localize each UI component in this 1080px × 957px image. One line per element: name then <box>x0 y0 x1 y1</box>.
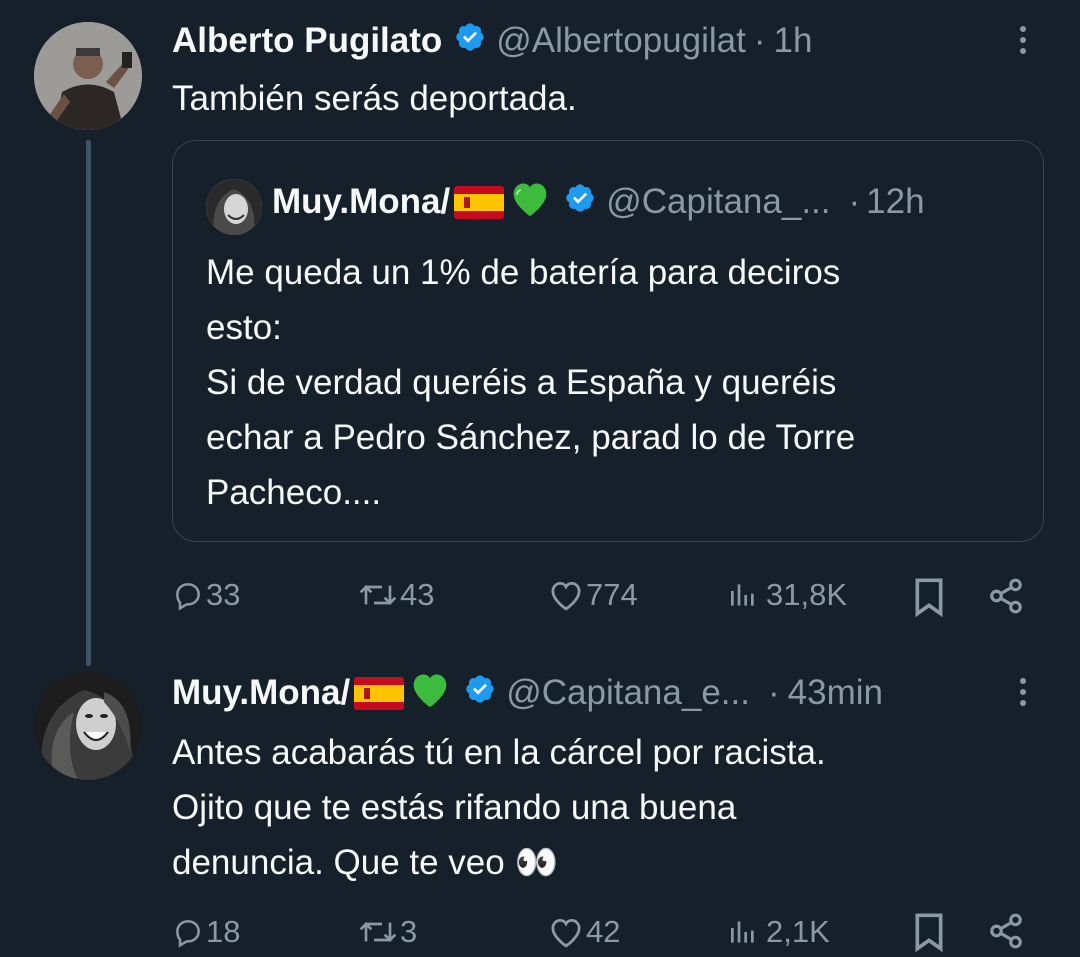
tweet-text: Antes acabarás tú en la cárcel por racis… <box>172 733 826 882</box>
reply-count: 33 <box>206 577 241 612</box>
quoted-tweet-card[interactable]: Muy.Mona/ @Capitana_... · 12h Me queda u… <box>172 140 1044 542</box>
quoted-tweet-text: Me queda un 1% de batería para deciros e… <box>206 253 856 512</box>
reply-count: 18 <box>206 914 241 949</box>
quoted-author-name: Muy.Mona/ <box>272 182 451 221</box>
like-count: 774 <box>586 577 638 612</box>
views-count: 31,8K <box>766 577 848 612</box>
retweet-count: 43 <box>400 577 435 612</box>
like-button[interactable]: 42 <box>546 914 620 950</box>
thread-connector-line <box>86 140 91 666</box>
views-count: 2,1K <box>766 914 830 949</box>
more-options-icon[interactable] <box>1020 26 1026 54</box>
bookmark-button[interactable] <box>912 912 946 952</box>
reply-icon <box>172 916 204 948</box>
views-icon <box>726 916 760 948</box>
like-count: 42 <box>586 914 621 949</box>
bookmark-icon <box>912 912 946 952</box>
timestamp[interactable]: 1h <box>774 21 813 61</box>
like-button[interactable]: 774 <box>546 577 638 613</box>
quoted-author-handle: @Capitana_... <box>606 182 831 221</box>
more-options-icon[interactable] <box>1020 678 1026 706</box>
spain-flag-icon <box>454 185 505 219</box>
reply-button[interactable]: 33 <box>172 577 240 613</box>
separator-dot: · <box>753 21 766 60</box>
retweet-icon <box>356 579 400 611</box>
avatar-muymona[interactable] <box>34 672 142 780</box>
separator-dot: · <box>848 182 861 221</box>
verified-badge-icon <box>564 182 596 223</box>
share-icon <box>986 577 1026 615</box>
share-button[interactable] <box>986 577 1026 615</box>
retweet-icon <box>356 916 400 948</box>
tweet-2-header: Muy.Mona/ @Capitana_e... · 43min <box>172 670 883 716</box>
verified-badge-icon <box>454 21 486 62</box>
like-icon <box>546 915 586 949</box>
author-name[interactable]: Muy.Mona/ <box>172 673 350 713</box>
retweet-button[interactable]: 3 <box>356 914 417 950</box>
views-icon <box>726 579 760 611</box>
share-button[interactable] <box>986 912 1026 950</box>
retweet-count: 3 <box>400 914 418 949</box>
author-name[interactable]: Alberto Pugilato <box>172 21 442 61</box>
quoted-header: Muy.Mona/ @Capitana_... · 12h <box>272 179 925 225</box>
retweet-button[interactable]: 43 <box>356 577 434 613</box>
separator-dot: · <box>767 673 780 712</box>
author-handle[interactable]: @Capitana_e... <box>506 673 750 713</box>
reply-icon <box>172 579 204 611</box>
views-button[interactable]: 2,1K <box>726 914 830 950</box>
avatar-muymona-small <box>206 179 262 235</box>
bookmark-icon <box>912 577 946 617</box>
spain-flag-icon <box>354 676 405 710</box>
tweet-1-header: Alberto Pugilato @Albertopugilat · 1h <box>172 18 812 64</box>
quoted-timestamp: 12h <box>866 182 925 221</box>
green-heart-icon <box>508 178 552 227</box>
bookmark-button[interactable] <box>912 577 946 617</box>
like-icon <box>546 578 586 612</box>
green-heart-icon <box>408 669 452 718</box>
avatar-alberto[interactable] <box>34 22 142 130</box>
reply-button[interactable]: 18 <box>172 914 240 950</box>
timestamp[interactable]: 43min <box>788 673 883 713</box>
tweet-text: También serás deportada. <box>172 79 577 118</box>
verified-badge-icon <box>464 673 496 714</box>
views-button[interactable]: 31,8K <box>726 577 847 613</box>
share-icon <box>986 912 1026 950</box>
author-handle[interactable]: @Albertopugilat <box>496 21 746 61</box>
